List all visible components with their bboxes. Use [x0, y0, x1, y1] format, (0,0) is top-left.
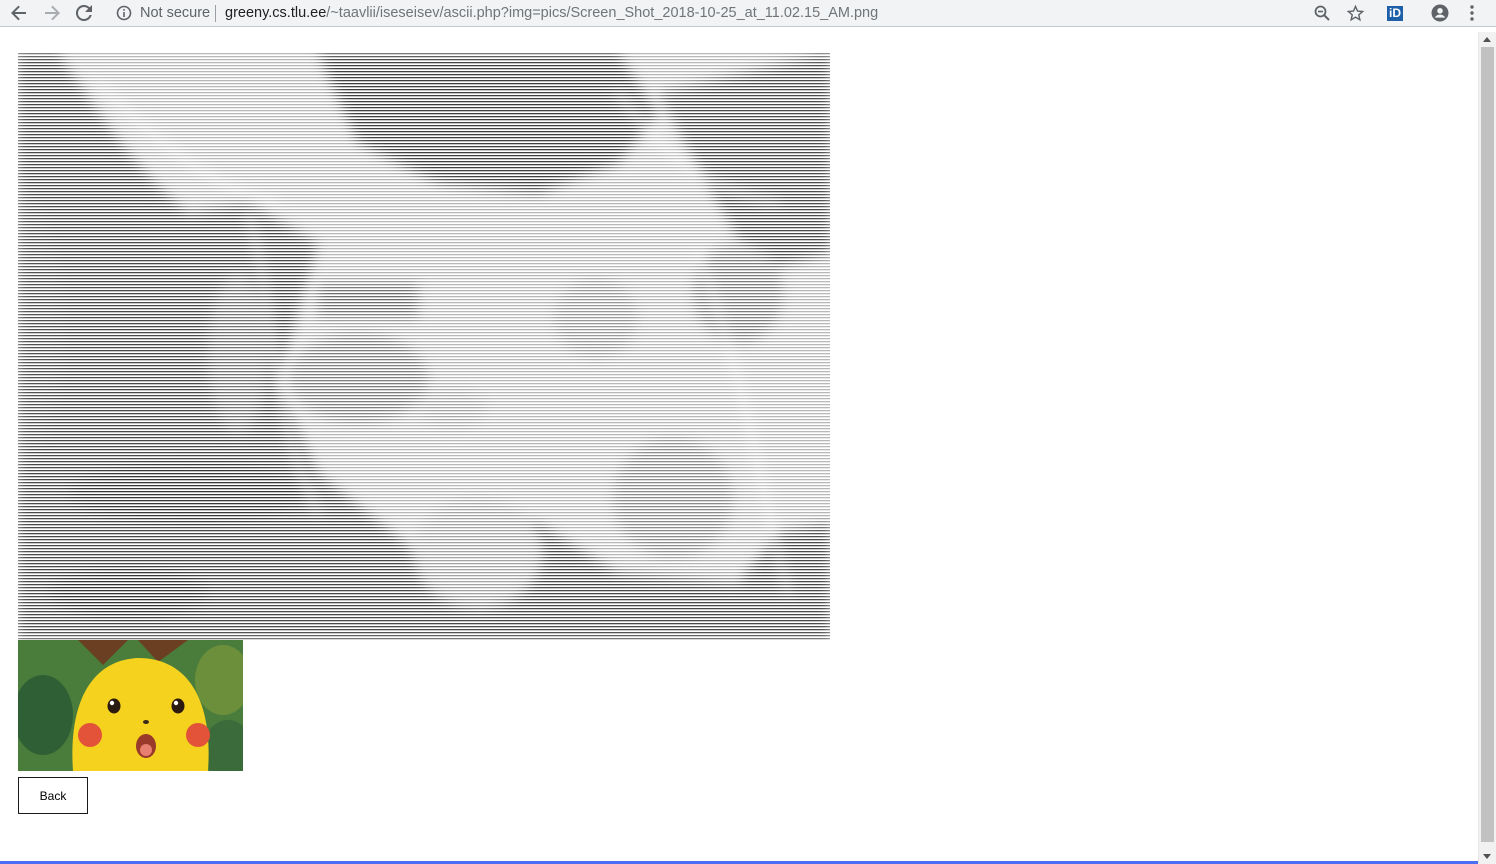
menu-icon[interactable]	[1460, 1, 1484, 25]
browser-toolbar: Not secure greeny.cs.tlu.ee/~taavlii/ise…	[0, 0, 1496, 27]
back-arrow-icon[interactable]	[7, 1, 31, 25]
security-label[interactable]: Not secure	[140, 5, 210, 21]
id-extension-label: iD	[1387, 5, 1403, 21]
zoom-icon[interactable]	[1310, 1, 1334, 25]
star-icon[interactable]	[1343, 1, 1367, 25]
pikachu-thumbnail-image	[18, 640, 243, 771]
id-extension-icon[interactable]: iD	[1383, 1, 1407, 25]
page-viewport: Back	[0, 32, 1478, 864]
scroll-down-icon[interactable]	[1483, 854, 1491, 859]
account-icon[interactable]	[1428, 1, 1452, 25]
url-text[interactable]: greeny.cs.tlu.ee/~taavlii/iseseisev/asci…	[225, 5, 878, 21]
ascii-art-image	[18, 53, 830, 640]
reload-icon[interactable]	[72, 1, 96, 25]
url-host: greeny.cs.tlu.ee	[225, 5, 327, 21]
info-icon[interactable]	[116, 5, 132, 21]
address-bar[interactable]: Not secure greeny.cs.tlu.ee/~taavlii/ise…	[108, 1, 1378, 25]
url-path: /~taavlii/iseseisev/ascii.php?img=pics/S…	[326, 5, 879, 21]
forward-arrow-icon[interactable]	[40, 1, 64, 25]
address-divider	[215, 5, 216, 22]
scroll-up-icon[interactable]	[1483, 37, 1491, 42]
back-button[interactable]: Back	[18, 777, 88, 814]
scrollbar-thumb[interactable]	[1481, 47, 1494, 842]
page-scrollbar[interactable]	[1478, 32, 1496, 864]
